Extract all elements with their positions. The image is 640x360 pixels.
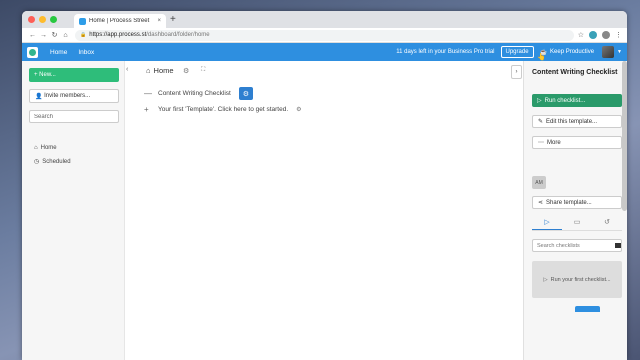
sidebar-item-scheduled[interactable]: ◷ Scheduled xyxy=(34,158,71,166)
tab-comments-icon[interactable]: ▭ xyxy=(562,218,592,230)
home-browser-icon[interactable]: ⌂ xyxy=(60,32,71,39)
keep-productive-label: Keep Productive xyxy=(550,49,595,55)
filter-icon[interactable] xyxy=(615,243,621,248)
share-icon: ⋖ xyxy=(538,200,544,206)
more-label: More xyxy=(547,139,561,146)
panel-tabs: ▷ ▭ ↺ xyxy=(532,218,622,231)
forward-icon[interactable]: → xyxy=(38,32,49,39)
tab-title: Home | Process Street xyxy=(89,18,150,24)
sidebar-item-home[interactable]: ⌂ Home xyxy=(34,145,57,151)
extension-icon[interactable] xyxy=(589,31,597,39)
first-template-row[interactable]: + Your first 'Template'. Click here to g… xyxy=(144,105,302,114)
panel-title: Content Writing Checklist xyxy=(532,69,618,76)
profile-icon[interactable] xyxy=(602,31,610,39)
main-area: ⌂ Home ⚙ ⛶ — Content Writing Checklist ⚙… xyxy=(140,61,518,360)
template-settings-button[interactable]: ⚙ xyxy=(238,87,253,100)
process-street-logo[interactable] xyxy=(27,46,38,58)
home-icon: ⌂ xyxy=(34,145,38,151)
upgrade-button[interactable]: Upgrade xyxy=(500,46,534,58)
app-content: + New... 👤 Invite members... ⌂ Home ◷ Sc… xyxy=(22,61,627,360)
more-button[interactable]: ⋯ More xyxy=(532,136,622,149)
right-panel: Content Writing Checklist ▷ Run checklis… xyxy=(523,61,627,360)
share-label: Share template... xyxy=(546,199,592,206)
browser-window: Home | Process Street × + ← → ↻ ⌂ 🔒 http… xyxy=(22,11,627,360)
search-checklists-input[interactable] xyxy=(532,239,622,252)
expand-icon[interactable]: ⛶ xyxy=(201,67,205,74)
breadcrumb[interactable]: ⌂ Home xyxy=(146,66,174,75)
new-button[interactable]: + New... xyxy=(29,68,119,82)
clock-icon: ◷ xyxy=(34,159,40,165)
run-label: Run checklist... xyxy=(544,97,586,104)
home-icon: ⌂ xyxy=(146,66,151,75)
user-icon: 👤 xyxy=(35,93,45,100)
template-row[interactable]: — Content Writing Checklist ⚙ xyxy=(144,87,253,100)
edit-template-button[interactable]: ✎ Edit this template... xyxy=(532,115,622,128)
folder-settings-icon[interactable]: ⚙ xyxy=(183,67,189,75)
minimize-window-button[interactable] xyxy=(39,16,46,23)
url-field[interactable]: 🔒 https://app.process.st/dashboard/folde… xyxy=(75,29,574,41)
ellipsis-icon: ⋯ xyxy=(538,140,544,146)
toggle-right-panel-button[interactable]: › xyxy=(511,65,522,79)
chevron-down-icon[interactable]: ▼ xyxy=(617,49,622,55)
sidebar-item-label: Scheduled xyxy=(42,158,71,165)
gear-icon[interactable]: ⚙ xyxy=(296,106,301,113)
tab-bar: Home | Process Street × + xyxy=(22,11,627,28)
play-icon: ▷ xyxy=(537,98,542,104)
panel-scrollbar[interactable] xyxy=(622,61,627,211)
lock-icon: 🔒 xyxy=(80,32,87,38)
collapse-icon[interactable]: — xyxy=(144,89,158,98)
menu-dots-icon[interactable]: ⋮ xyxy=(615,31,622,39)
tab-close-icon[interactable]: × xyxy=(157,18,161,24)
close-window-button[interactable] xyxy=(28,16,35,23)
new-label: New... xyxy=(39,72,56,78)
trial-text[interactable]: 11 days left in your Business Pro trial xyxy=(396,49,494,55)
keep-productive-button[interactable]: ☕ Keep Productive xyxy=(540,49,595,56)
new-tab-button[interactable]: + xyxy=(170,14,176,25)
sidebar-item-label: Home xyxy=(40,145,57,151)
edit-label: Edit this template... xyxy=(546,118,598,125)
star-icon[interactable]: ☆ xyxy=(578,31,584,39)
window-controls xyxy=(28,16,57,23)
invite-label: Invite members... xyxy=(44,93,91,99)
nav-inbox[interactable]: Inbox xyxy=(78,49,94,56)
sidebar-search-input[interactable] xyxy=(29,110,119,123)
collapse-sidebar-icon[interactable]: ‹ xyxy=(126,66,128,73)
address-bar: ← → ↻ ⌂ 🔒 https://app.process.st/dashboa… xyxy=(22,28,627,43)
template-label: Content Writing Checklist xyxy=(158,90,231,97)
url-path: /dashboard/folder/home xyxy=(146,32,210,38)
reload-icon[interactable]: ↻ xyxy=(49,31,60,39)
invite-members-button[interactable]: 👤 Invite members... xyxy=(29,89,119,103)
assignee-avatar[interactable]: AM xyxy=(532,176,546,189)
play-icon: ▷ xyxy=(543,276,548,283)
url-host: https://app.process.st xyxy=(89,32,147,38)
run-first-checklist-button[interactable]: ▷ Run your first checklist... xyxy=(532,261,622,298)
first-template-label: Your first 'Template'. Click here to get… xyxy=(158,106,289,113)
tab-run-icon[interactable]: ▷ xyxy=(532,218,562,230)
favicon-icon xyxy=(79,17,86,25)
pencil-icon: ✎ xyxy=(538,119,544,125)
nav-home[interactable]: Home xyxy=(50,49,67,56)
zoom-window-button[interactable] xyxy=(50,16,57,23)
help-widget-button[interactable] xyxy=(575,306,600,312)
mouse-cursor-icon: 👆 xyxy=(537,54,546,61)
breadcrumb-label: Home xyxy=(153,66,174,75)
run-checklist-button[interactable]: ▷ Run checklist... xyxy=(532,94,622,107)
share-template-button[interactable]: ⋖ Share template... xyxy=(532,196,622,209)
plus-icon[interactable]: + xyxy=(144,105,158,114)
left-sidebar: + New... 👤 Invite members... ⌂ Home ◷ Sc… xyxy=(22,61,125,360)
empty-label: Run your first checklist... xyxy=(550,276,611,283)
user-avatar[interactable] xyxy=(602,46,615,58)
tab-history-icon[interactable]: ↺ xyxy=(592,218,622,230)
back-icon[interactable]: ← xyxy=(27,32,38,39)
browser-tab[interactable]: Home | Process Street × xyxy=(74,14,166,28)
